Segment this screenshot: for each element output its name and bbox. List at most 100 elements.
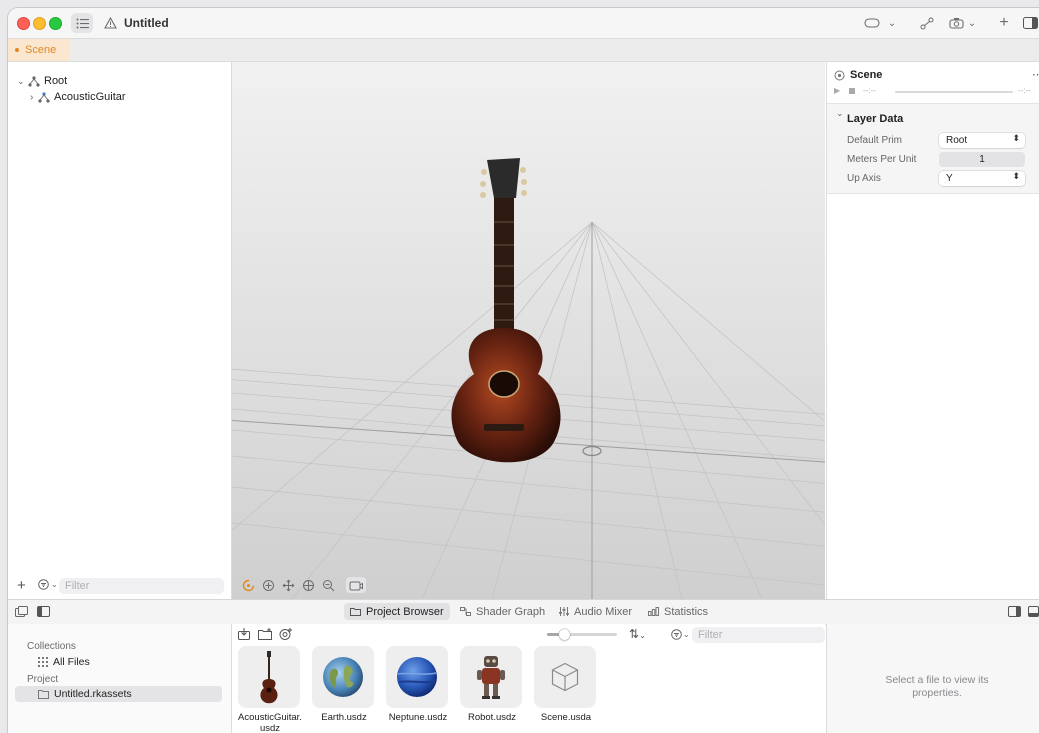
chevron-down-icon[interactable]: ⌄ — [885, 13, 899, 33]
disclosure-open-icon[interactable]: ⌄ — [17, 76, 28, 87]
thumbnail-size-slider[interactable] — [547, 629, 617, 640]
import-icon[interactable] — [238, 628, 250, 640]
project-item-label: Untitled.rkassets — [54, 688, 132, 700]
tab-shader-graph[interactable]: Shader Graph — [454, 603, 551, 620]
more-options-icon[interactable]: ⋯ — [1032, 68, 1039, 81]
zoom-window-button[interactable] — [49, 17, 62, 30]
tree-item-acousticguitar[interactable]: › AcousticGuitar — [30, 89, 126, 105]
audio-mixer-icon — [559, 607, 569, 616]
asset-thumbnail — [238, 646, 300, 708]
folder-icon — [350, 607, 361, 616]
browser-filter-options-icon[interactable]: ⌄ — [671, 629, 690, 640]
stop-icon[interactable] — [849, 88, 855, 94]
tree-item-root[interactable]: ⌄ Root — [17, 73, 67, 89]
shader-graph-icon — [460, 607, 471, 616]
camera-icon[interactable] — [947, 13, 965, 33]
file-properties-panel: Select a file to view its properties. — [826, 624, 1039, 733]
timeline-scrubber[interactable] — [895, 91, 1013, 93]
left-sidebar-toggle-icon[interactable] — [37, 606, 50, 617]
tab-audio-mixer[interactable]: Audio Mixer — [553, 603, 638, 620]
neptune-thumbnail-icon — [397, 657, 437, 697]
asset-thumbnail — [460, 646, 522, 708]
tab-label: Audio Mixer — [574, 605, 633, 618]
dolly-icon[interactable] — [258, 577, 278, 593]
bottom-panel-toolbar: Project Browser Shader Graph Audio Mixer… — [8, 599, 1039, 625]
right-sidebar-toggle-icon[interactable] — [1008, 606, 1021, 617]
default-prim-value: Root — [946, 135, 968, 146]
camera-menu-chevron-icon[interactable]: ⌄ — [966, 13, 978, 33]
hierarchy-node-icon — [28, 75, 40, 87]
3d-viewport[interactable] — [232, 62, 825, 599]
inspector-toggle-icon[interactable] — [1021, 13, 1039, 33]
collection-item-all-files[interactable]: All Files — [38, 656, 90, 668]
asset-thumbnail — [386, 646, 448, 708]
entity-node-icon — [38, 91, 50, 103]
unsaved-dot-icon — [15, 48, 19, 52]
sort-icon[interactable]: ⇅⌄ — [629, 627, 646, 641]
project-item-rkassets[interactable]: Untitled.rkassets — [15, 686, 222, 702]
asset-thumbnail — [534, 646, 596, 708]
cube-icon — [551, 662, 579, 692]
robot-thumbnail-icon — [477, 656, 505, 699]
share-icon[interactable] — [917, 13, 937, 33]
asset-tile[interactable]: Scene.usda — [534, 646, 598, 723]
acoustic-guitar-model[interactable] — [451, 158, 561, 463]
asset-tile[interactable]: Earth.usdz — [312, 646, 376, 723]
plus-icon[interactable]: + — [995, 13, 1013, 33]
meters-per-unit-field[interactable]: 1 — [939, 152, 1025, 167]
orbit-icon[interactable] — [238, 577, 258, 593]
scene-settings-icon — [834, 70, 845, 81]
project-header: Project — [27, 674, 59, 685]
pan-icon[interactable] — [278, 577, 298, 593]
updown-chevron-icon: ⬍ — [1012, 133, 1020, 143]
tab-project-browser[interactable]: Project Browser — [344, 603, 450, 620]
tab-label: Shader Graph — [476, 605, 546, 618]
play-icon[interactable]: ▶ — [834, 86, 840, 95]
tab-label: Statistics — [664, 605, 709, 618]
tab-scene[interactable]: Scene — [8, 39, 70, 61]
outline-filter-input[interactable]: Filter — [59, 578, 224, 594]
minimize-window-button[interactable] — [33, 17, 46, 30]
default-prim-popup[interactable]: Root ⬍ — [939, 133, 1025, 148]
disclosure-closed-icon[interactable]: › — [30, 92, 38, 103]
zoom-icon[interactable] — [318, 577, 338, 593]
tab-statistics[interactable]: Statistics — [642, 603, 714, 620]
close-window-button[interactable] — [17, 17, 30, 30]
warning-icon[interactable] — [101, 13, 119, 33]
asset-name: AcousticGuitar.usdz — [238, 712, 302, 733]
collections-header: Collections — [27, 641, 76, 652]
slider-knob[interactable] — [559, 629, 570, 640]
guitar-thumbnail-icon — [260, 651, 278, 704]
focus-icon[interactable] — [298, 577, 318, 593]
project-browser: ⇅⌄ ⌄ Filter AcousticGuitar.usdz Earth.us… — [232, 624, 825, 733]
inspector-panel: Scene ⋯ ▶ --:-- --:-- ⌄ Layer Data Defau… — [826, 62, 1039, 599]
updown-chevron-icon: ⬍ — [1012, 171, 1020, 181]
scene-hierarchy-panel: ⌄ Root › AcousticGuitar + ⌄ Filter — [8, 62, 232, 599]
collection-item-label: All Files — [53, 656, 90, 668]
asset-tile[interactable]: Neptune.usdz — [386, 646, 450, 723]
headset-icon[interactable] — [861, 13, 883, 33]
up-axis-popup[interactable]: Y ⬍ — [939, 171, 1025, 186]
sidebar-list-icon[interactable] — [71, 13, 93, 33]
tree-item-label: Root — [44, 75, 68, 87]
duplicate-window-icon[interactable] — [15, 606, 28, 617]
filter-options-icon[interactable]: ⌄ — [38, 579, 58, 590]
asset-tile[interactable]: AcousticGuitar.usdz — [238, 646, 302, 733]
rkassets-icon — [38, 690, 49, 699]
new-folder-icon[interactable] — [258, 628, 272, 640]
up-axis-value: Y — [946, 173, 953, 184]
camera-view-icon[interactable] — [346, 577, 366, 593]
tab-scene-label: Scene — [25, 44, 57, 56]
tree-item-label: AcousticGuitar — [54, 91, 126, 103]
viewport-grid — [232, 158, 825, 599]
timecode-left: --:-- — [863, 86, 876, 95]
section-disclosure-icon[interactable]: ⌄ — [836, 108, 844, 119]
browser-filter-input[interactable]: Filter — [692, 627, 825, 643]
earth-thumbnail-icon — [323, 657, 363, 697]
add-entity-button[interactable]: + — [17, 577, 26, 594]
bottom-panel-toggle-icon[interactable] — [1028, 606, 1039, 617]
asset-tile[interactable]: Robot.usdz — [460, 646, 524, 723]
tab-label: Project Browser — [366, 605, 444, 618]
new-material-icon[interactable] — [279, 628, 293, 640]
up-axis-label: Up Axis — [847, 173, 881, 184]
